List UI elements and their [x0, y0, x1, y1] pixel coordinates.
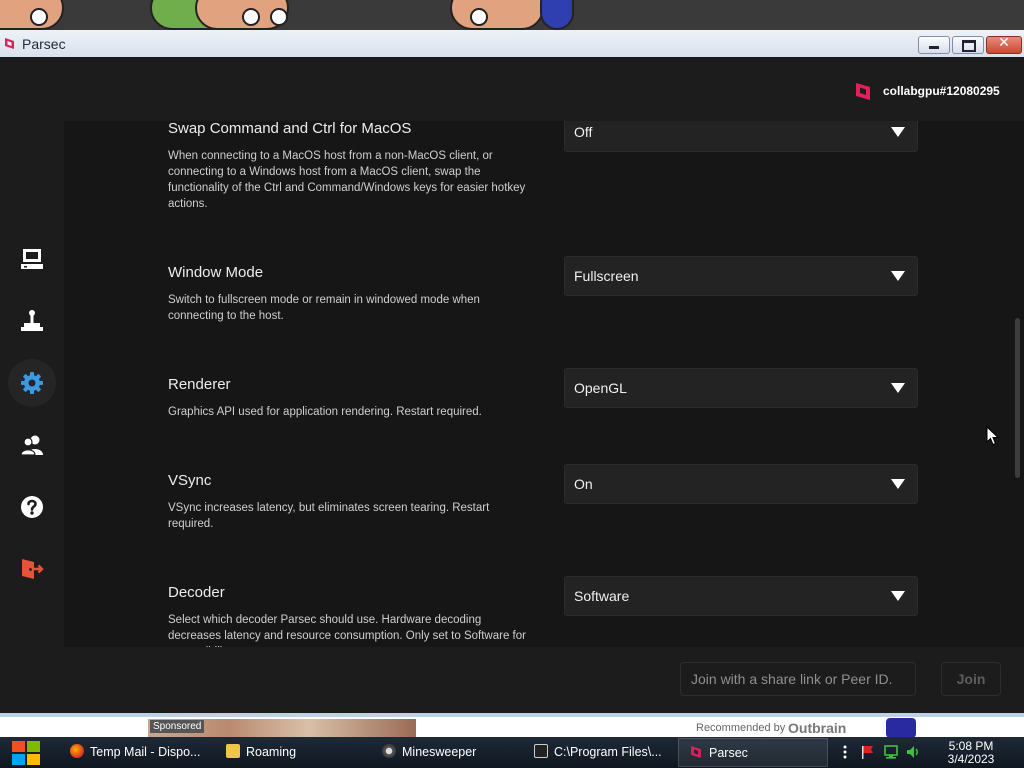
firefox-icon	[70, 744, 84, 758]
task-label: C:\Program Files\...	[554, 745, 662, 759]
chevron-down-icon	[891, 383, 905, 393]
taskbar-item-firefox[interactable]: Temp Mail - Dispo...	[62, 738, 220, 767]
select-value: Software	[574, 588, 630, 604]
ad-banner[interactable]: Sponsored Recommended by Outbrain	[0, 713, 1024, 738]
app-footer: Join	[64, 647, 1024, 713]
select-value: OpenGL	[574, 380, 627, 396]
settings-panel: Swap Command and Ctrl for MacOS When con…	[64, 121, 1024, 647]
recommended-by-label: Recommended by	[696, 722, 786, 734]
parsec-window: Parsec ✕ collabgpu#12080295 Swap Command…	[0, 30, 1024, 713]
sidebar-item-settings[interactable]	[8, 359, 56, 407]
sidebar-item-arcade[interactable]	[8, 297, 56, 345]
user-avatar-icon[interactable]	[856, 81, 870, 101]
wallpaper-art	[270, 8, 288, 26]
help-icon	[21, 496, 43, 518]
parsec-icon	[691, 746, 701, 758]
taskbar-item-parsec[interactable]: Parsec	[678, 738, 828, 767]
computer-icon	[21, 249, 43, 269]
wallpaper-art	[242, 8, 260, 26]
users-icon	[20, 435, 43, 456]
select-value: Off	[574, 124, 593, 140]
maximize-icon	[962, 40, 976, 52]
chevron-down-icon	[891, 127, 905, 137]
swap-keys-select[interactable]: Off	[564, 121, 918, 152]
scrollbar-thumb[interactable]	[1015, 318, 1020, 478]
ad-badge-icon[interactable]	[886, 718, 916, 738]
network-icon[interactable]	[884, 745, 898, 759]
join-input[interactable]	[680, 662, 916, 696]
window-mode-select[interactable]: Fullscreen	[564, 256, 918, 296]
vsync-select[interactable]: On	[564, 464, 918, 504]
setting-description: Select which decoder Parsec should use. …	[168, 614, 526, 647]
window-titlebar[interactable]: Parsec ✕	[0, 30, 1024, 58]
joystick-icon	[21, 310, 43, 331]
setting-title: VSync	[168, 472, 212, 489]
minimize-icon	[929, 46, 939, 49]
chevron-down-icon	[891, 271, 905, 281]
close-button[interactable]: ✕	[986, 35, 1022, 54]
username-label[interactable]: collabgpu#12080295	[883, 84, 1000, 98]
taskbar: Temp Mail - Dispo... Roaming Minesweeper…	[0, 737, 1024, 768]
console-icon	[534, 744, 548, 758]
setting-description: Graphics API used for application render…	[168, 406, 482, 418]
folder-icon	[226, 744, 240, 758]
flag-icon[interactable]	[860, 745, 874, 759]
sidebar	[0, 57, 64, 713]
select-value: On	[574, 476, 593, 492]
task-label: Minesweeper	[402, 745, 477, 759]
minimize-button[interactable]	[918, 36, 950, 54]
task-label: Temp Mail - Dispo...	[90, 745, 201, 759]
app-header: collabgpu#12080295	[64, 57, 1024, 121]
maximize-button[interactable]	[952, 36, 984, 54]
mine-icon	[382, 744, 396, 758]
wallpaper-art	[30, 8, 48, 26]
taskbar-item-explorer[interactable]: Roaming	[218, 738, 376, 767]
chevron-down-icon	[891, 479, 905, 489]
sidebar-item-computers[interactable]	[8, 235, 56, 283]
setting-title: Decoder	[168, 584, 225, 601]
desktop-wallpaper	[0, 0, 1024, 30]
overflow-icon[interactable]	[838, 745, 852, 759]
setting-description: Switch to fullscreen mode or remain in w…	[168, 294, 480, 322]
close-icon: ✕	[998, 35, 1010, 51]
sponsored-label: Sponsored	[150, 720, 205, 733]
chevron-down-icon	[891, 591, 905, 601]
mouse-cursor-icon	[986, 426, 1000, 446]
setting-description: VSync increases latency, but eliminates …	[168, 502, 490, 530]
sidebar-item-logout[interactable]	[8, 545, 56, 593]
setting-title: Window Mode	[168, 264, 264, 281]
gear-icon	[21, 372, 43, 394]
join-button[interactable]: Join	[941, 662, 1001, 696]
outbrain-logo[interactable]: Outbrain	[788, 720, 846, 736]
renderer-select[interactable]: OpenGL	[564, 368, 918, 408]
wallpaper-art	[470, 8, 488, 26]
wallpaper-art	[540, 0, 574, 30]
clock-date: 3/4/2023	[947, 752, 995, 766]
decoder-select[interactable]: Software	[564, 576, 918, 616]
task-label: Parsec	[709, 746, 748, 760]
setting-title: Swap Command and Ctrl for MacOS	[168, 121, 412, 137]
select-value: Fullscreen	[574, 268, 639, 284]
logout-icon	[22, 559, 44, 579]
volume-icon[interactable]	[906, 745, 920, 759]
task-label: Roaming	[246, 745, 297, 759]
setting-description: When connecting to a MacOS host from a n…	[168, 150, 526, 210]
taskbar-clock[interactable]: 5:08 PM 3/4/2023	[940, 740, 1002, 766]
sidebar-item-friends[interactable]	[8, 421, 56, 469]
wallpaper-art	[450, 0, 544, 30]
setting-title: Renderer	[168, 376, 231, 393]
windows-start-icon[interactable]	[10, 738, 42, 767]
parsec-logo-icon	[5, 38, 14, 49]
taskbar-item-console[interactable]: C:\Program Files\...	[528, 738, 676, 767]
window-title: Parsec	[22, 36, 66, 52]
sidebar-item-help[interactable]	[8, 483, 56, 531]
taskbar-item-minesweeper[interactable]: Minesweeper	[374, 738, 532, 767]
